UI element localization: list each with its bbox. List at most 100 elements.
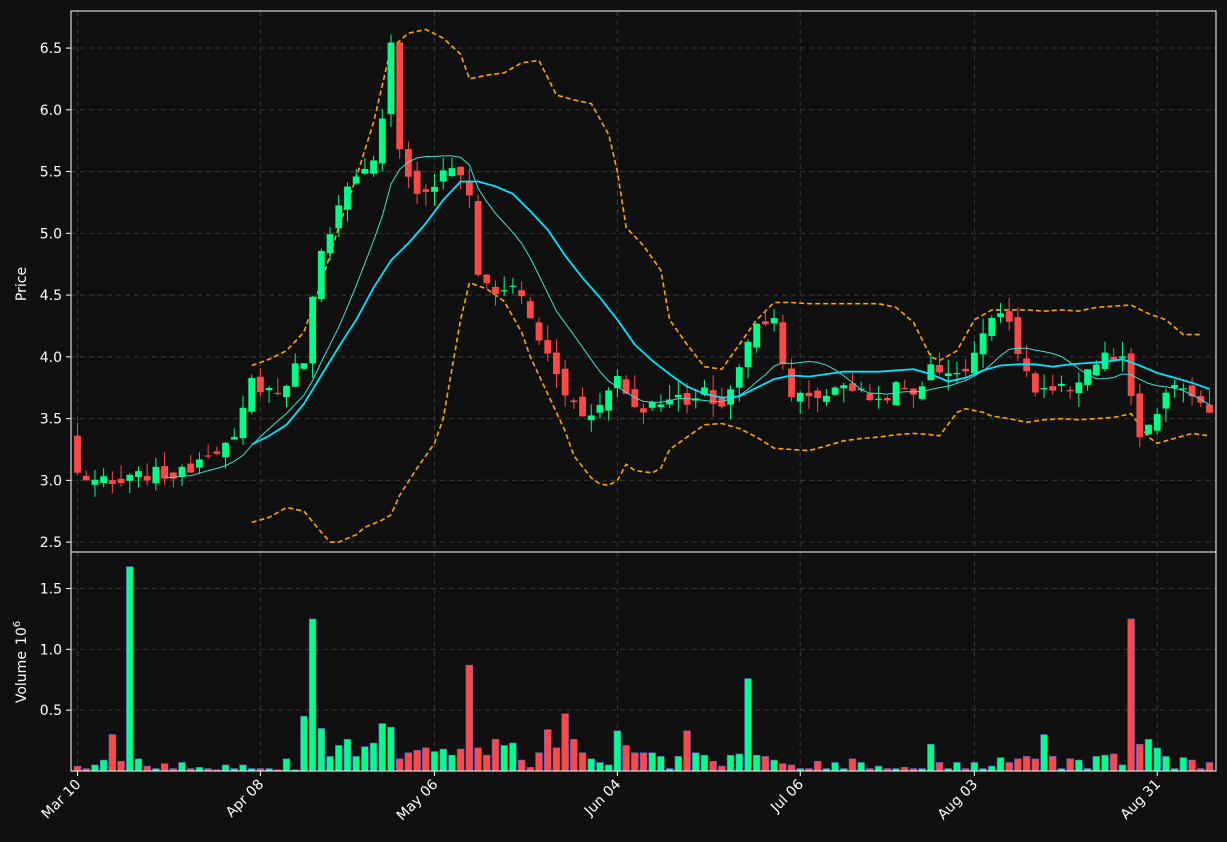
volume-bar [1179, 757, 1188, 772]
volume-bar [1101, 754, 1109, 772]
volume-bar [134, 758, 143, 772]
volume-bar [735, 753, 743, 772]
candle-body [126, 474, 134, 481]
candle-body [866, 393, 874, 401]
price-tick-label: 6.0 [40, 103, 62, 119]
volume-bar [587, 758, 595, 772]
volume-bar [239, 764, 247, 772]
price-tick-label: 3.5 [40, 412, 62, 428]
volume-bar [953, 762, 961, 772]
volume-bar [1188, 759, 1196, 772]
candle-body [196, 459, 203, 468]
candle-body [918, 386, 926, 399]
candle-body [744, 341, 752, 368]
candle-body [213, 451, 221, 454]
candle-body [605, 390, 613, 411]
candle-body [1153, 414, 1161, 431]
volume-bar [657, 756, 665, 772]
volume-bar [813, 760, 822, 772]
volume-bar [178, 762, 186, 772]
candle-body [648, 402, 656, 408]
volume-bar [787, 764, 796, 772]
candle-body [1206, 404, 1213, 413]
candle-body [1179, 388, 1187, 390]
candle-body [1136, 393, 1144, 438]
candle-body [317, 250, 325, 300]
volume-bar [752, 754, 761, 772]
candle-body [883, 397, 891, 401]
volume-bar [709, 760, 717, 772]
volume-bar [779, 763, 787, 772]
candle-body [1084, 369, 1091, 385]
candle-body [500, 290, 508, 292]
candle-body [100, 476, 108, 484]
volume-bar [970, 762, 979, 772]
candle-body [474, 201, 482, 275]
volume-bar [326, 756, 334, 772]
volume-bar [570, 739, 578, 772]
candle-body [265, 388, 273, 391]
volume-tick-label: 0.5 [40, 703, 62, 719]
volume-axis-label-exponent: 10 [14, 627, 30, 645]
candle-body [1040, 387, 1048, 390]
volume-bar [700, 754, 709, 772]
volume-bar [517, 759, 526, 772]
candle-body [944, 373, 952, 377]
volume-bar [927, 743, 935, 772]
candle-body [178, 466, 186, 477]
price-tick-label: 5.5 [40, 165, 62, 181]
volume-bar [761, 756, 770, 772]
candle-body [1145, 424, 1152, 435]
volume-bar [456, 748, 465, 772]
volume-bar [422, 747, 430, 772]
volume-bar [857, 762, 865, 772]
candle-body [143, 475, 151, 481]
candle-body [561, 368, 569, 396]
candle-body [770, 318, 778, 324]
candle-body [448, 168, 456, 177]
volume-bar [221, 764, 230, 772]
candle-body [413, 170, 421, 194]
volume-bar [439, 748, 447, 772]
volume-bar [143, 765, 151, 772]
price-tick-label: 3.0 [40, 473, 62, 489]
volume-bar [1022, 756, 1031, 772]
volume-tick-label: 1.0 [40, 642, 62, 658]
volume-bar [300, 715, 308, 772]
volume-bar [831, 762, 839, 772]
candle-body [291, 363, 299, 387]
volume-bar [935, 762, 944, 772]
candle-body [718, 397, 726, 407]
volume-bar [195, 767, 204, 772]
candle-body [657, 404, 665, 408]
volume-axis-label-text: Volume [14, 651, 30, 703]
candle-body [535, 322, 543, 341]
candle-body [814, 390, 822, 398]
candle-body [788, 368, 795, 398]
candle-body [117, 478, 125, 484]
volume-bar [500, 745, 508, 772]
volume-bar [509, 742, 517, 772]
volume-bar [639, 752, 648, 772]
candle-body [439, 170, 447, 182]
volume-bar [1066, 758, 1074, 772]
volume-bar [1049, 756, 1057, 772]
candle-body [1075, 382, 1083, 394]
candle-body [82, 475, 90, 481]
volume-bar [282, 758, 291, 772]
volume-bar [648, 752, 656, 772]
candle-body [108, 480, 116, 484]
volume-bar [430, 751, 439, 772]
volume-bar [848, 758, 857, 772]
candle-body [457, 166, 465, 176]
candle-body [387, 42, 395, 115]
candle-body [901, 387, 909, 390]
candle-body [1031, 373, 1039, 393]
candle-body [396, 42, 404, 150]
candle-body [796, 392, 804, 402]
candle-body [587, 415, 595, 421]
candle-body [822, 395, 830, 402]
volume-bar [996, 757, 1005, 772]
candle-body [735, 367, 743, 388]
volume-bar [1136, 743, 1144, 772]
